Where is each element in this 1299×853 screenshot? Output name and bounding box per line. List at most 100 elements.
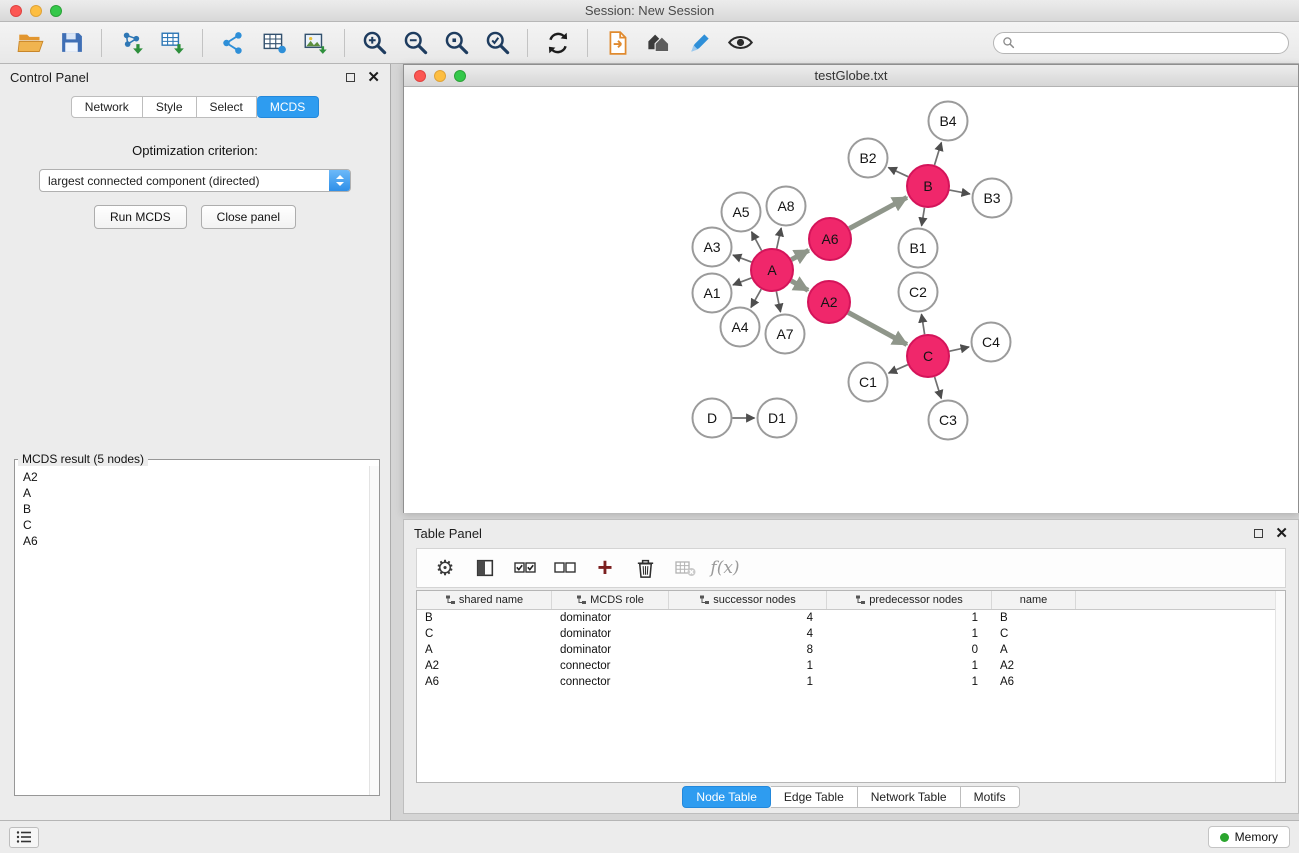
- apply-style-button[interactable]: [679, 26, 720, 60]
- table-row[interactable]: A dominator 8 0 A: [417, 642, 1285, 658]
- zoom-actual-size-button[interactable]: [436, 26, 477, 60]
- graph-edge-A-A8[interactable]: [777, 228, 782, 249]
- graph-edge-B-B4[interactable]: [935, 143, 942, 166]
- tab-style[interactable]: Style: [143, 96, 197, 118]
- graph-edge-A-A5[interactable]: [752, 232, 762, 251]
- function-builder-button[interactable]: f(x): [707, 552, 743, 584]
- table-settings-button[interactable]: ⚙: [427, 552, 463, 584]
- graph-node-A6[interactable]: A6: [809, 218, 851, 260]
- export-image-button[interactable]: [294, 26, 335, 60]
- tab-motifs[interactable]: Motifs: [961, 786, 1020, 808]
- graph-edge-A-A4[interactable]: [751, 289, 761, 307]
- tab-network-table[interactable]: Network Table: [858, 786, 961, 808]
- export-document-button[interactable]: [597, 26, 638, 60]
- import-table-button[interactable]: [152, 26, 193, 60]
- graph-edge-A-A6[interactable]: [791, 250, 808, 259]
- graph-edge-A-A3[interactable]: [733, 255, 752, 262]
- refresh-view-button[interactable]: [537, 26, 578, 60]
- list-item[interactable]: B: [23, 501, 371, 517]
- task-history-button[interactable]: [9, 827, 39, 848]
- list-item[interactable]: A6: [23, 533, 371, 549]
- graph-node-A1[interactable]: A1: [693, 274, 732, 313]
- list-item[interactable]: A: [23, 485, 371, 501]
- graph-node-A4[interactable]: A4: [721, 308, 760, 347]
- graph-edge-A-A1[interactable]: [733, 278, 752, 285]
- column-header-successor-nodes[interactable]: successor nodes: [669, 591, 827, 609]
- graph-edge-A6-B[interactable]: [849, 197, 907, 228]
- run-mcds-button[interactable]: Run MCDS: [94, 205, 187, 229]
- graph-edge-C-C2[interactable]: [922, 314, 925, 334]
- delete-table-button[interactable]: [667, 552, 703, 584]
- graph-node-A7[interactable]: A7: [766, 315, 805, 354]
- network-canvas[interactable]: B4 B2 B B3 A8A5 A6 A3 B1 A A1 C2 A2 A4A7 C4 C C1 D D1 C3: [404, 87, 1298, 513]
- graph-edge-C-C3[interactable]: [935, 377, 942, 399]
- deselect-all-button[interactable]: [547, 552, 583, 584]
- search-input[interactable]: [1020, 36, 1280, 50]
- zoom-out-button[interactable]: [395, 26, 436, 60]
- graph-node-B1[interactable]: B1: [899, 229, 938, 268]
- graph-node-D[interactable]: D: [693, 399, 732, 438]
- save-session-button[interactable]: [51, 26, 92, 60]
- graph-edge-A-A2[interactable]: [791, 281, 808, 291]
- table-row[interactable]: A2 connector 1 1 A2: [417, 658, 1285, 674]
- network-table-button[interactable]: [253, 26, 294, 60]
- table-row[interactable]: C dominator 4 1 C: [417, 626, 1285, 642]
- graph-node-B3[interactable]: B3: [973, 179, 1012, 218]
- float-panel-icon[interactable]: [346, 73, 355, 82]
- tab-edge-table[interactable]: Edge Table: [771, 786, 858, 808]
- graph-node-A2[interactable]: A2: [808, 281, 850, 323]
- memory-button[interactable]: Memory: [1208, 826, 1290, 848]
- add-column-button[interactable]: +: [587, 552, 623, 584]
- graph-edge-B-B3[interactable]: [950, 190, 970, 194]
- graph-edge-C-C1[interactable]: [889, 365, 908, 373]
- mcds-result-list[interactable]: A2 A B C A6: [15, 466, 379, 552]
- graph-edge-A2-C[interactable]: [848, 313, 907, 345]
- graph-node-C2[interactable]: C2: [899, 273, 938, 312]
- import-network-button[interactable]: [111, 26, 152, 60]
- delete-column-button[interactable]: [627, 552, 663, 584]
- show-graphics-button[interactable]: [720, 26, 761, 60]
- graph-edge-A-A7[interactable]: [776, 292, 780, 312]
- result-scrollbar[interactable]: [369, 466, 379, 795]
- column-selector-button[interactable]: [467, 552, 503, 584]
- tab-select[interactable]: Select: [197, 96, 257, 118]
- graph-node-C[interactable]: C: [907, 335, 949, 377]
- graph-node-A3[interactable]: A3: [693, 228, 732, 267]
- list-item[interactable]: C: [23, 517, 371, 533]
- close-panel-icon[interactable]: ✕: [367, 70, 380, 85]
- list-item[interactable]: A2: [23, 469, 371, 485]
- tab-mcds[interactable]: MCDS: [257, 96, 319, 118]
- float-table-panel-icon[interactable]: [1254, 529, 1263, 538]
- graph-node-B4[interactable]: B4: [929, 102, 968, 141]
- table-row[interactable]: A6 connector 1 1 A6: [417, 674, 1285, 690]
- zoom-fit-selected-button[interactable]: [477, 26, 518, 60]
- tab-network[interactable]: Network: [71, 96, 143, 118]
- tab-node-table[interactable]: Node Table: [682, 786, 771, 808]
- table-row[interactable]: B dominator 4 1 B: [417, 610, 1285, 626]
- zoom-in-button[interactable]: [354, 26, 395, 60]
- open-file-button[interactable]: [10, 26, 51, 60]
- graph-node-D1[interactable]: D1: [758, 399, 797, 438]
- graph-node-A8[interactable]: A8: [767, 187, 806, 226]
- graph-node-A[interactable]: A: [751, 249, 793, 291]
- column-header-shared-name[interactable]: shared name: [417, 591, 552, 609]
- graph-node-C1[interactable]: C1: [849, 363, 888, 402]
- close-table-panel-icon[interactable]: ✕: [1275, 526, 1288, 541]
- home-button[interactable]: [638, 26, 679, 60]
- graph-edge-B-B2[interactable]: [888, 168, 908, 177]
- graph-node-C4[interactable]: C4: [972, 323, 1011, 362]
- graph-edge-B-B1[interactable]: [922, 208, 925, 226]
- graph-node-B2[interactable]: B2: [849, 139, 888, 178]
- close-panel-button[interactable]: Close panel: [201, 205, 296, 229]
- network-graph[interactable]: B4 B2 B B3 A8A5 A6 A3 B1 A A1 C2 A2 A4A7 C4 C C1 D D1 C3: [404, 87, 1298, 513]
- graph-node-C3[interactable]: C3: [929, 401, 968, 440]
- column-header-mcds-role[interactable]: MCDS role: [552, 591, 669, 609]
- select-all-button[interactable]: [507, 552, 543, 584]
- graph-node-A5[interactable]: A5: [722, 193, 761, 232]
- graph-node-B[interactable]: B: [907, 165, 949, 207]
- table-scrollbar[interactable]: [1275, 591, 1285, 782]
- graph-edge-C-C4[interactable]: [950, 347, 970, 351]
- new-network-button[interactable]: [212, 26, 253, 60]
- optimization-criterion-dropdown[interactable]: largest connected component (directed): [39, 169, 351, 192]
- column-header-name[interactable]: name: [992, 591, 1076, 609]
